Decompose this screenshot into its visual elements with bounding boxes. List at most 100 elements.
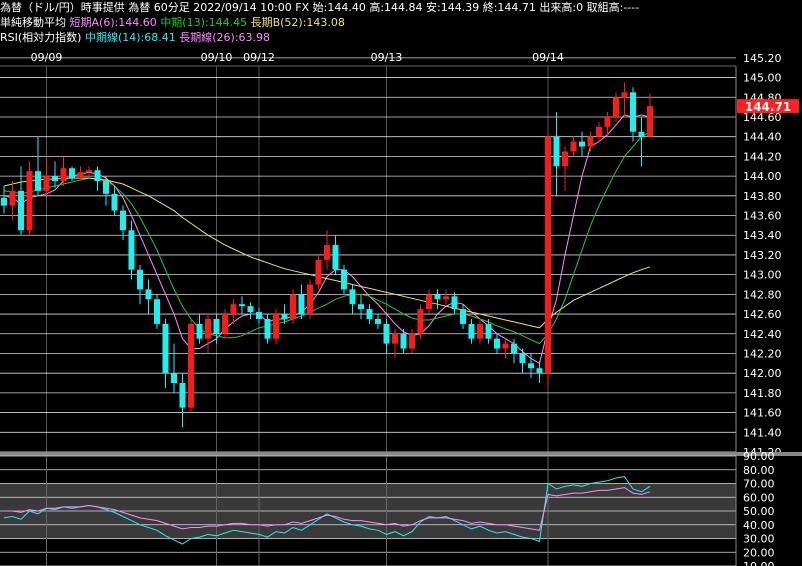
candle-down (103, 181, 109, 194)
rsi-tick-label: 10.00 (743, 560, 775, 566)
candle-down (281, 314, 288, 319)
candle-up (9, 190, 16, 206)
candle-down (460, 309, 466, 324)
rsi-tick-label: 50.00 (743, 505, 775, 518)
candle-down (383, 323, 390, 344)
candle-down (349, 289, 356, 305)
candle-down (485, 323, 492, 339)
price-tick-label: 142.40 (743, 328, 782, 341)
candle-down (239, 304, 245, 307)
candle-down (630, 92, 636, 132)
candle-down (579, 141, 585, 147)
candle-down (375, 318, 381, 324)
candle-up (86, 170, 92, 173)
candle-down (494, 338, 500, 349)
candle-down (341, 269, 347, 290)
candle-up (60, 168, 67, 182)
panel-divider (0, 452, 802, 456)
candle-down (468, 323, 475, 339)
candle-up (77, 172, 84, 179)
candle-up (502, 343, 509, 349)
candle-up (409, 333, 415, 349)
price-tick-label: 142.00 (743, 367, 782, 380)
candle-down (52, 176, 58, 182)
rsi-tick-label: 40.00 (743, 519, 775, 532)
candle-up (417, 309, 424, 334)
price-tick-label: 141.40 (743, 426, 782, 439)
candle-up (392, 333, 398, 344)
candle-up (290, 294, 296, 319)
candle-down (638, 131, 645, 137)
candle-down (196, 323, 203, 339)
candle-up (477, 323, 483, 339)
candle-down (434, 294, 441, 300)
candle-down (171, 373, 177, 384)
price-tick-label: 142.60 (743, 308, 782, 321)
candle-up (188, 323, 194, 408)
candle-up (621, 92, 628, 98)
candle-down (536, 368, 543, 374)
candle-up (315, 259, 322, 285)
price-tick-label: 144.20 (743, 150, 782, 163)
price-tick-label: 144.40 (743, 131, 782, 144)
candle-down (18, 190, 24, 231)
candle-down (264, 318, 271, 339)
candle-up (26, 171, 33, 231)
rsi-tick-label: 80.00 (743, 464, 775, 477)
candle-down (366, 309, 373, 319)
candle-down (145, 289, 152, 300)
candle-up (43, 176, 50, 191)
candle-up (443, 296, 449, 300)
candle-down (451, 296, 458, 310)
candle-down (111, 193, 118, 211)
candle-up (562, 151, 568, 167)
candle-down (179, 383, 186, 408)
candle-up (222, 314, 228, 334)
rsi-tick-label: 30.00 (743, 533, 775, 546)
price-tick-label: 142.80 (743, 288, 782, 301)
candle-down (128, 230, 135, 270)
candle-down (519, 353, 526, 364)
candle-down (154, 299, 160, 324)
candle-up (230, 304, 237, 315)
rsi-panel: 90.0080.0070.0060.0050.0040.0030.0020.00… (0, 450, 802, 566)
candle-down (332, 245, 339, 270)
candle-up (587, 136, 594, 147)
candle-up (307, 284, 313, 315)
candle-up (426, 294, 432, 310)
rsi-tick-label: 70.00 (743, 478, 775, 491)
price-tick-label: 141.80 (743, 387, 782, 400)
candle-up (604, 116, 611, 127)
candle-down (162, 323, 169, 374)
candle-down (511, 343, 517, 354)
price-tick-label: 141.60 (743, 407, 782, 420)
candle-down (213, 318, 220, 334)
candle-down (298, 294, 305, 315)
candle-down (528, 363, 534, 369)
price-tick-label: 145.20 (743, 52, 782, 65)
candle-up (570, 141, 577, 152)
candle-up (613, 97, 619, 117)
price-tick-label: 143.00 (743, 269, 782, 282)
rsi-tick-label: 20.00 (743, 546, 775, 559)
candle-down (256, 312, 262, 319)
price-tick-label: 143.20 (743, 249, 782, 262)
candle-up (205, 318, 211, 339)
rsi-tick-label: 90.00 (743, 450, 775, 463)
price-tick-label: 143.80 (743, 190, 782, 203)
candle-down (120, 210, 126, 231)
price-tick-label: 143.40 (743, 229, 782, 242)
candle-down (35, 171, 41, 191)
candle-down (137, 269, 143, 290)
candle-down (94, 170, 101, 182)
candle-down (400, 333, 407, 349)
candle-up (273, 314, 279, 339)
candle-up (647, 106, 653, 137)
candle-up (545, 136, 551, 374)
candle-down (358, 304, 364, 310)
price-tick-label: 142.20 (743, 347, 782, 360)
price-tick-label: 145.00 (743, 72, 782, 85)
candle-down (69, 168, 75, 179)
chart-canvas: 09/09 09/10 09/12 09/13 09/14 145.20145.00144… (0, 51, 802, 566)
candle-up (596, 126, 602, 137)
